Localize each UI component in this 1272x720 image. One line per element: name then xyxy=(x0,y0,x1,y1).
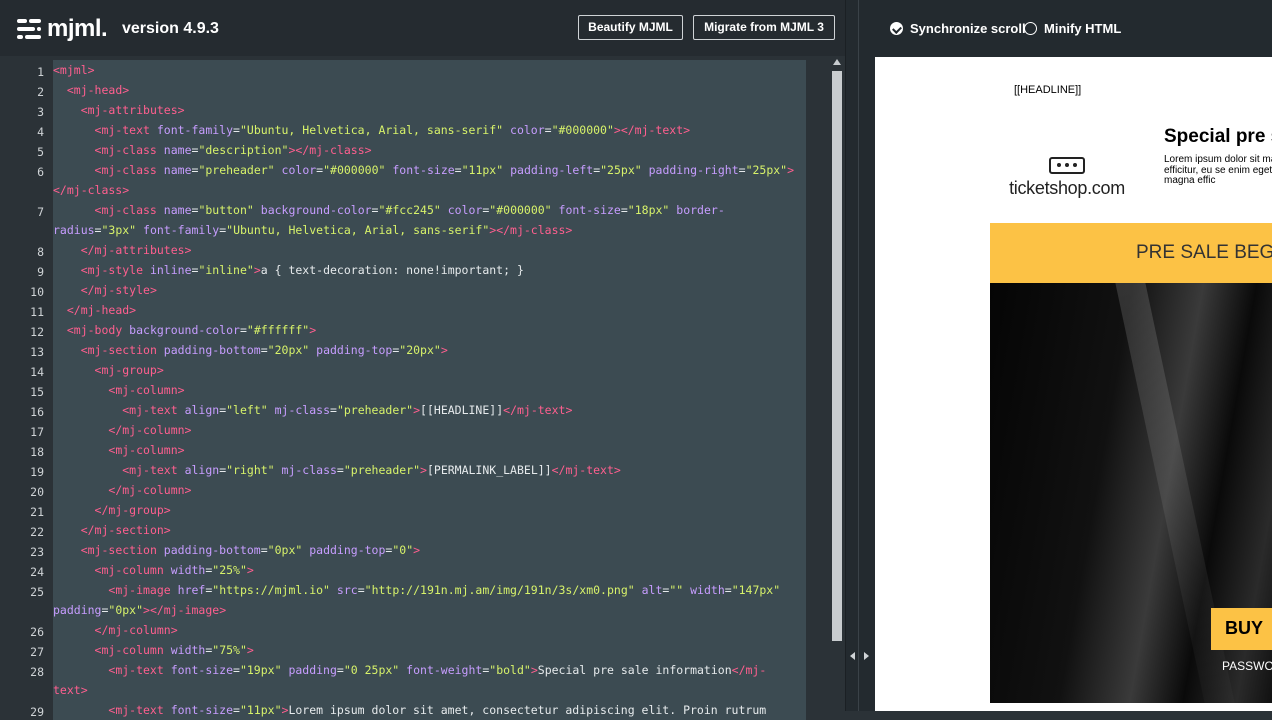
line-number: 5 xyxy=(37,145,44,159)
scroll-up-arrow-icon[interactable] xyxy=(833,59,841,65)
code-line[interactable]: <mj-attributes> xyxy=(53,100,185,120)
code-selection-area[interactable]: <mjml> <mj-head> <mj-attributes> <mj-tex… xyxy=(53,60,806,720)
code-line[interactable]: <mj-style inline="inline">a { text-decor… xyxy=(53,260,524,280)
line-number: 24 xyxy=(30,565,44,579)
line-number: 22 xyxy=(30,525,44,539)
scrollbar-thumb[interactable] xyxy=(832,71,842,641)
synchronize-scroll-option[interactable]: Synchronize scroll xyxy=(890,21,1026,36)
check-icon xyxy=(892,24,902,34)
code-line[interactable]: </mj-attributes> xyxy=(53,240,192,260)
code-line[interactable]: <mj-text font-size="11px">Lorem ipsum do… xyxy=(53,700,766,720)
buy-button-label: BUY xyxy=(1225,618,1264,638)
code-editor[interactable]: 1 2 3 4 5 6 7 8 9 10 11 12 13 14 15 16 17 18 19 20 21 22 23 24 2… xyxy=(0,57,845,720)
line-number: 20 xyxy=(30,485,44,499)
code-line[interactable]: </mj-class> xyxy=(53,180,129,200)
minify-html-option[interactable]: Minify HTML xyxy=(1024,21,1121,36)
code-line[interactable]: <mj-section padding-bottom="0px" padding… xyxy=(53,540,420,560)
editor-toolbar: mjml. version 4.9.3 Beautify MJML Migrat… xyxy=(0,0,845,56)
beautify-mjml-button[interactable]: Beautify MJML xyxy=(578,15,683,40)
ticket-icon xyxy=(1049,157,1085,174)
code-line[interactable]: </mj-style> xyxy=(53,280,157,300)
line-number: 17 xyxy=(30,425,44,439)
line-number-gutter: 1 2 3 4 5 6 7 8 9 10 11 12 13 14 15 16 17 18 19 20 21 22 23 24 2… xyxy=(0,57,50,719)
code-line[interactable]: radius="3px" font-family="Ubuntu, Helvet… xyxy=(53,220,572,240)
code-line[interactable]: <mj-class name="preheader" color="#00000… xyxy=(53,160,795,180)
line-number: 11 xyxy=(30,305,44,319)
code-line[interactable]: <mj-image href="https://mjml.io" src="ht… xyxy=(53,580,780,600)
preview-toolbar: Synchronize scroll Minify HTML xyxy=(875,0,1272,57)
code-line[interactable]: <mj-head> xyxy=(53,80,129,100)
code-line[interactable]: </mj-column> xyxy=(53,480,191,500)
line-number: 10 xyxy=(30,285,44,299)
line-number: 25 xyxy=(30,585,44,599)
code-line[interactable]: <mj-column width="25%"> xyxy=(53,560,254,580)
presale-banner: PRE SALE BEGI xyxy=(990,223,1272,283)
code-line[interactable]: </mj-section> xyxy=(53,520,171,540)
preview-body-text: Lorem ipsum dolor sit magna efficitur, e… xyxy=(1164,154,1272,186)
code-line[interactable]: <mj-class name="button" background-color… xyxy=(53,200,725,220)
line-number: 16 xyxy=(30,405,44,419)
collapse-left-icon[interactable] xyxy=(850,652,855,660)
pane-splitter[interactable] xyxy=(845,0,876,711)
line-number: 27 xyxy=(30,645,44,659)
buy-button[interactable]: BUY xyxy=(1211,608,1272,650)
line-number: 9 xyxy=(37,265,44,279)
code-line[interactable]: <mj-body background-color="#ffffff"> xyxy=(53,320,316,340)
password-label: PASSWO xyxy=(1222,659,1272,673)
preview-headline: [[HEADLINE]] xyxy=(1014,84,1082,96)
code-line[interactable]: <mj-section padding-bottom="20px" paddin… xyxy=(53,340,448,360)
ticketshop-logo[interactable]: ticketshop.com xyxy=(997,157,1137,199)
migrate-mjml3-button[interactable]: Migrate from MJML 3 xyxy=(693,15,835,40)
line-number: 18 xyxy=(30,445,44,459)
line-number: 1 xyxy=(37,65,44,79)
mjml-logo-icon xyxy=(17,18,41,40)
mjml-logo: mjml. xyxy=(17,15,108,43)
presale-banner-text: PRE SALE BEGI xyxy=(1136,242,1272,263)
code-line[interactable]: <mjml> xyxy=(53,60,95,80)
code-line[interactable]: </mj-column> xyxy=(53,420,191,440)
line-number: 23 xyxy=(30,545,44,559)
line-number: 4 xyxy=(37,125,44,139)
line-number: 26 xyxy=(30,625,44,639)
line-number: 29 xyxy=(30,705,44,719)
splitter-line xyxy=(858,0,859,711)
preview-title: Special pre s xyxy=(1164,126,1272,147)
code-line[interactable]: <mj-text align="right" mj-class="prehead… xyxy=(53,460,621,480)
line-number: 8 xyxy=(37,245,44,259)
line-number: 13 xyxy=(30,345,44,359)
code-line[interactable]: </mj-group> xyxy=(53,500,171,520)
code-line[interactable]: <mj-text font-family="Ubuntu, Helvetica,… xyxy=(53,120,691,140)
line-number: 28 xyxy=(30,665,44,679)
sync-scroll-checkbox[interactable] xyxy=(890,22,903,35)
line-number: 21 xyxy=(30,505,44,519)
code-line[interactable]: <mj-class name="description"></mj-class> xyxy=(53,140,372,160)
minify-html-label: Minify HTML xyxy=(1044,21,1122,36)
line-number: 3 xyxy=(37,105,44,119)
collapse-right-icon[interactable] xyxy=(864,652,869,660)
line-number: 19 xyxy=(30,465,44,479)
code-line[interactable]: <mj-text align="left" mj-class="preheade… xyxy=(53,400,572,420)
code-line[interactable]: </mj-column> xyxy=(53,620,178,640)
code-line[interactable]: </mj-head> xyxy=(53,300,136,320)
code-line[interactable]: padding="0px"></mj-image> xyxy=(53,600,226,620)
logo-brand-text: ticketshop.com xyxy=(1009,178,1125,198)
version-label: version 4.9.3 xyxy=(122,20,219,37)
minify-html-checkbox[interactable] xyxy=(1024,22,1037,35)
sync-scroll-label: Synchronize scroll xyxy=(910,21,1026,36)
code-line[interactable]: <mj-column width="75%"> xyxy=(53,640,254,660)
logo-text: mjml. xyxy=(47,15,108,42)
line-number: 2 xyxy=(37,85,44,99)
email-preview[interactable]: [[HEADLINE]] ticketshop.com Special pre … xyxy=(875,57,1272,711)
code-line[interactable]: <mj-text font-size="19px" padding="0 25p… xyxy=(53,660,766,680)
line-number: 14 xyxy=(30,365,44,379)
line-number: 12 xyxy=(30,325,44,339)
line-number: 7 xyxy=(37,205,44,219)
line-number: 15 xyxy=(30,385,44,399)
code-line[interactable]: <mj-group> xyxy=(53,360,164,380)
editor-scrollbar[interactable] xyxy=(830,57,845,711)
code-line[interactable]: <mj-column> xyxy=(53,380,184,400)
code-line[interactable]: <mj-column> xyxy=(53,440,184,460)
line-number: 6 xyxy=(37,165,44,179)
code-line[interactable]: text> xyxy=(53,680,88,700)
